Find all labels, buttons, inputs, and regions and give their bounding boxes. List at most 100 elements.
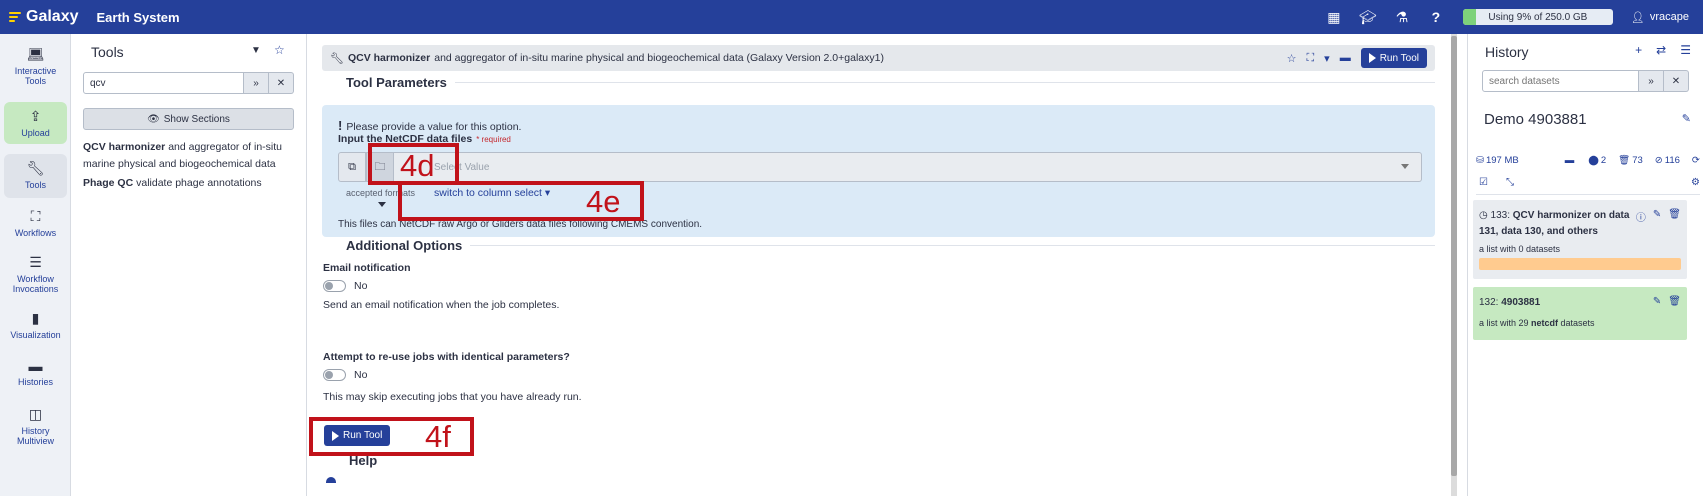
data-input-field: ⧉ 🗀 Select Value — [338, 152, 1422, 182]
activity-history-multiview[interactable]: ◫ History Multiview — [4, 400, 67, 450]
history-panel: History + ⇄ ☰ » ✕ Demo 4903881 ✎ ⛁197 MB… — [1467, 34, 1703, 496]
trash-icon: 🗑︎ — [1618, 155, 1631, 166]
hdd-icon[interactable]: ▬ — [1340, 52, 1351, 64]
tool-result-item[interactable]: QCV harmonizer and aggregator of in-situ… — [83, 139, 298, 173]
divider — [470, 245, 1435, 246]
tool-search: » ✕ — [83, 72, 294, 94]
warning-text: Please provide a value for this option. — [346, 121, 522, 133]
plus-icon[interactable]: + — [1635, 43, 1642, 57]
history-item[interactable]: 132: 4903881 ✎ 🗑︎ a list with 29 netcdf … — [1473, 287, 1687, 340]
reuse-jobs-help: This may skip executing jobs that you ha… — [323, 391, 582, 403]
grid-icon[interactable]: ▦ — [1317, 0, 1351, 34]
wrench-icon: 🔧︎ — [330, 52, 344, 65]
dataset-select[interactable]: Select Value — [394, 152, 1422, 182]
star-icon[interactable]: ☆ — [274, 43, 285, 57]
section-title: Additional Options — [346, 238, 463, 253]
scrollbar-thumb[interactable] — [1451, 36, 1457, 476]
tool-search-input[interactable] — [83, 72, 244, 94]
tool-title-rest: and aggregator of in-situ marine physica… — [434, 52, 884, 64]
flask-icon[interactable]: ⚗ — [1385, 0, 1419, 34]
tool-result-item[interactable]: Phage QC validate phage annotations — [83, 175, 298, 192]
menu-icon[interactable]: ☰ — [1680, 43, 1691, 57]
galaxy-brand[interactable]: Galaxy — [8, 8, 78, 26]
activity-workflows[interactable]: ⛶ Workflows — [4, 202, 67, 244]
chevron-down-icon — [1401, 164, 1409, 169]
tool-form-header: 🔧︎ QCV harmonizer and aggregator of in-s… — [322, 45, 1435, 71]
site-name[interactable]: Earth System — [96, 10, 179, 25]
check-square-icon[interactable]: ☑ — [1479, 177, 1488, 188]
tool-panel: Tools ▼ ☆ » ✕ 👁︎ Show Sections QCV harmo… — [71, 34, 307, 496]
advanced-search-icon[interactable]: » — [1639, 70, 1664, 92]
warning-message: ! Please provide a value for this option. — [338, 118, 521, 133]
database-icon: ⛁ — [1476, 155, 1484, 166]
activity-tools[interactable]: 🔧︎ Tools — [4, 154, 67, 198]
shown-count[interactable]: ⬤ 2 — [1588, 155, 1606, 166]
refresh-icon[interactable]: ⟳ — [1692, 155, 1700, 166]
single-dataset-icon[interactable]: ⧉ — [338, 152, 366, 182]
deleted-count[interactable]: 🗑︎ 73 — [1618, 155, 1643, 166]
email-notification-toggle-row: No — [323, 280, 367, 292]
reuse-jobs-toggle[interactable] — [323, 369, 346, 381]
exchange-icon[interactable]: ⇄ — [1656, 43, 1666, 57]
email-notification-toggle[interactable] — [323, 280, 346, 292]
history-size-value: 197 MB — [1485, 155, 1519, 166]
play-icon — [1368, 53, 1376, 63]
run-tool-button-top[interactable]: Run Tool — [1360, 48, 1427, 68]
annotation-label-4d: 4d — [400, 148, 435, 183]
pencil-icon[interactable]: ✎ — [1682, 112, 1691, 125]
sitemap-icon[interactable]: ⛶ — [1306, 52, 1314, 65]
subtitle-format: netcdf — [1531, 318, 1559, 328]
toggle-knob — [325, 282, 333, 290]
trash-icon[interactable]: 🗑︎ — [1668, 296, 1681, 307]
tool-result-name: QCV harmonizer — [83, 141, 166, 153]
hidden-count[interactable]: ⊘ 116 — [1655, 155, 1680, 166]
brand-label: Galaxy — [26, 8, 79, 25]
history-item-subtitle: a list with 29 netcdf datasets — [1479, 318, 1595, 328]
shown-count-value: 2 — [1600, 155, 1607, 166]
email-notification-help: Send an email notification when the job … — [323, 299, 560, 311]
show-sections-button[interactable]: 👁︎ Show Sections — [83, 108, 294, 130]
required-marker: * required — [476, 135, 511, 144]
subtitle-pre: a list with 29 — [1479, 318, 1532, 328]
gear-icon[interactable]: ⚙ — [1691, 177, 1700, 188]
pencil-icon[interactable]: ✎ — [1653, 209, 1661, 224]
activity-workflow-invocations[interactable]: ☰ Workflow Invocations — [4, 248, 67, 298]
pencil-icon[interactable]: ✎ — [1653, 296, 1661, 307]
additional-options-heading: Additional Options — [322, 238, 1435, 253]
help-circle-icon — [326, 477, 336, 483]
caret-down-icon[interactable] — [378, 202, 386, 207]
advanced-search-icon[interactable]: » — [244, 72, 269, 94]
caret-down-icon[interactable]: ▼ — [251, 45, 261, 56]
history-item-hid: 132: — [1479, 297, 1499, 308]
divider — [454, 82, 1435, 83]
subtitle-post: datasets — [1558, 318, 1595, 328]
activity-visualization[interactable]: ▮ Visualization — [4, 304, 67, 346]
tool-panel-title: Tools — [91, 44, 124, 60]
help-icon[interactable]: ? — [1419, 0, 1453, 34]
clear-search-icon[interactable]: ✕ — [269, 72, 294, 94]
trash-icon[interactable]: 🗑︎ — [1668, 209, 1681, 224]
history-search-input[interactable] — [1482, 70, 1639, 92]
reuse-jobs-toggle-row: No — [323, 369, 367, 381]
graduation-cap-icon[interactable]: 🎓︎ — [1351, 0, 1385, 34]
center-scrollbar[interactable] — [1451, 34, 1457, 496]
star-icon[interactable]: ☆ — [1287, 52, 1297, 65]
user-menu[interactable]: 👤︎ vracape — [1631, 11, 1689, 24]
clear-search-icon[interactable]: ✕ — [1664, 70, 1689, 92]
eye-slash-icon: ⊘ — [1654, 155, 1663, 166]
history-item[interactable]: ◷ 133: QCV harmonizer on data 131, data … — [1473, 200, 1687, 279]
history-item-hid: 133: — [1490, 210, 1510, 221]
activity-label: Tools — [24, 180, 46, 190]
activity-histories[interactable]: ▬ Histories — [4, 352, 67, 394]
quota-meter[interactable]: Using 9% of 250.0 GB — [1462, 9, 1613, 25]
history-size[interactable]: ⛁ 197 MB — [1476, 155, 1519, 166]
caret-down-icon[interactable]: ▾ — [1324, 52, 1330, 65]
activity-upload[interactable]: ⇪ Upload — [4, 102, 67, 144]
activity-interactive-tools[interactable]: 💻︎ Interactive Tools — [4, 40, 67, 92]
activity-label: Workflows — [14, 228, 57, 238]
job-state-bar — [1479, 258, 1681, 270]
info-icon[interactable]: ⓘ — [1636, 209, 1646, 224]
storage-icon[interactable]: ▬ — [1565, 155, 1575, 166]
history-item-title: ◷ 133: QCV harmonizer on data 131, data … — [1479, 208, 1639, 240]
compress-icon[interactable]: ⤡ — [1506, 177, 1514, 188]
